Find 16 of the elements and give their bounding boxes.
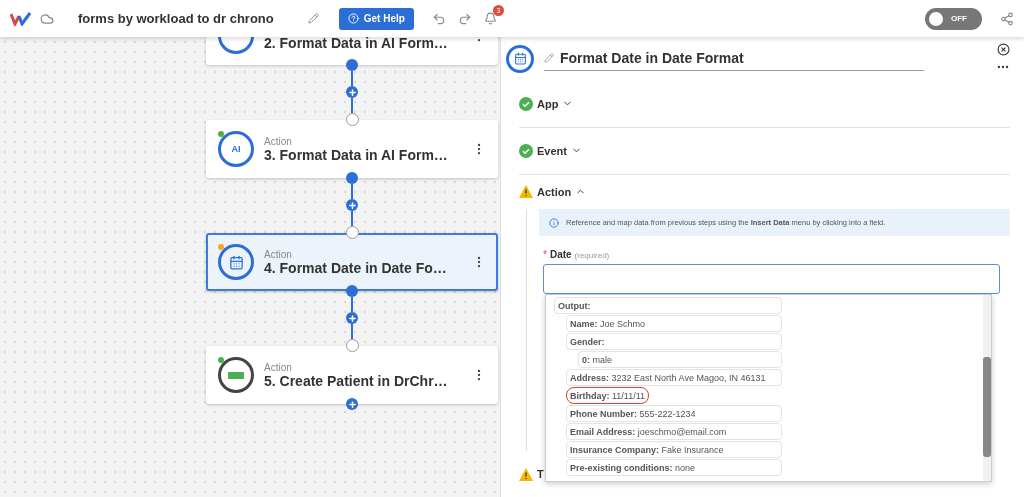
section-title: Action (537, 185, 572, 198)
ai-icon: AI (231, 144, 241, 154)
node-type-label: Action (264, 135, 293, 147)
required-mark: * (543, 249, 547, 261)
workflow-title: forms by workload to dr chrono (78, 11, 274, 26)
node-title: 2. Format Data in AI Form… (264, 37, 449, 51)
node-type-label: Action (264, 361, 293, 373)
field-hint: (required) (574, 251, 610, 261)
section-title: T (537, 468, 544, 481)
node-title: 3. Format Data in AI Form… (264, 146, 449, 163)
section-title: App (537, 97, 559, 110)
section-title: Event (537, 144, 567, 157)
field-label: Date (549, 249, 572, 261)
node-type-label: Action (264, 248, 293, 260)
node-title: 4. Format Date in Date Fo… (264, 259, 448, 276)
node-title: 5. Create Patient in DrChr… (264, 372, 449, 389)
